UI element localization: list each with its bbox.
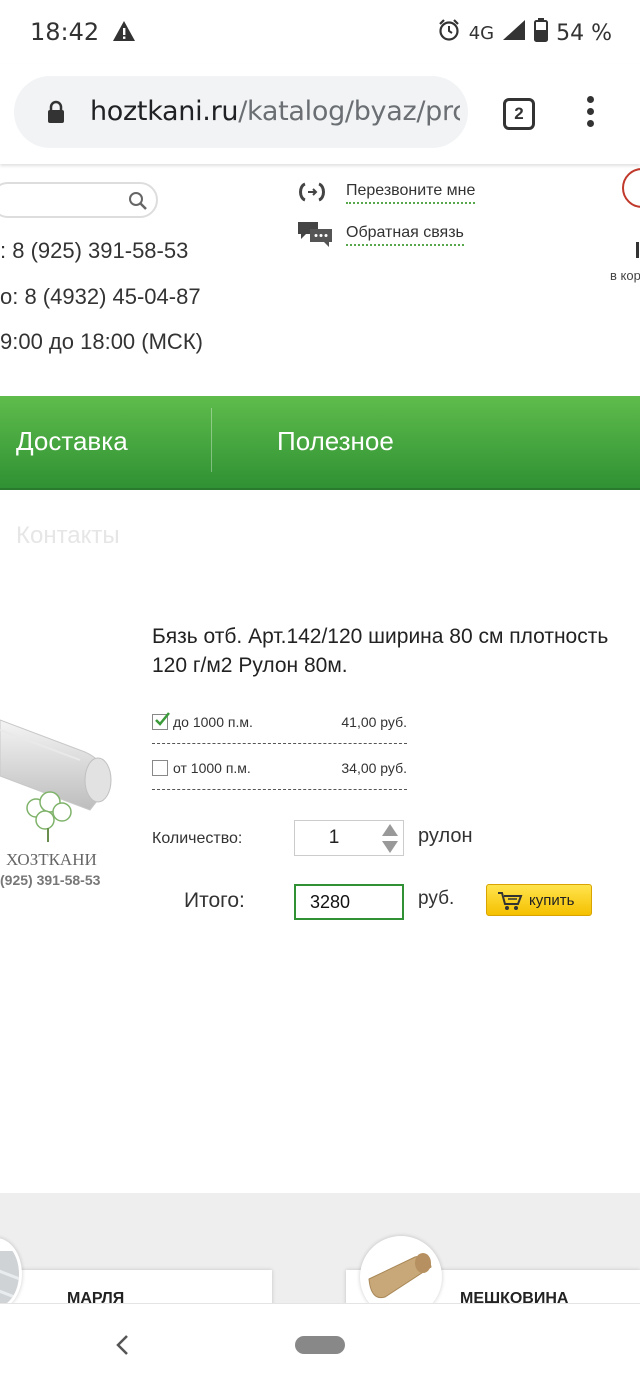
cart-label[interactable]: в кор	[610, 268, 640, 283]
phone-number-city[interactable]: о: 8 (4932) 45-04-87	[0, 284, 201, 310]
price-option-checkbox[interactable]	[152, 760, 168, 776]
battery-icon	[534, 18, 549, 48]
total-field[interactable]: 3280	[294, 884, 404, 920]
cart-badge[interactable]	[622, 168, 640, 208]
price-option-under-1000[interactable]: до 1000 п.м. 41,00 руб.	[152, 711, 407, 744]
chat-bubbles-icon	[296, 220, 334, 253]
back-icon[interactable]	[114, 1334, 132, 1361]
nav-item-delivery[interactable]: Доставка	[16, 426, 128, 457]
battery-level: 54 %	[556, 20, 612, 46]
home-pill-icon[interactable]	[295, 1336, 345, 1354]
product-title: Бязь отб. Арт.142/120 ширина 80 см плотн…	[152, 625, 609, 677]
nav-item-useful[interactable]: Полезное	[277, 426, 394, 457]
address-bar[interactable]: hoztkani.ru/katalog/byaz/prc	[14, 76, 468, 148]
signal-icon	[502, 19, 526, 47]
callback-link[interactable]: Перезвоните мне	[346, 182, 476, 204]
browser-toolbar: hoztkani.ru/katalog/byaz/prc 2	[0, 64, 640, 164]
feedback-link[interactable]: Обратная связь	[346, 224, 464, 246]
price-option-over-1000[interactable]: от 1000 п.м. 34,00 руб.	[152, 760, 407, 790]
buy-button[interactable]: купить	[486, 884, 592, 916]
url-text: hoztkani.ru/katalog/byaz/prc	[90, 96, 460, 127]
total-unit: руб.	[418, 888, 455, 909]
nav-item-contacts[interactable]: Контакты	[16, 522, 120, 550]
cart-count-fragment	[636, 242, 639, 258]
decrement-arrow-icon[interactable]	[381, 840, 399, 859]
browser-menu-icon[interactable]	[582, 96, 598, 132]
status-time: 18:42	[30, 18, 100, 46]
cart-icon	[497, 891, 523, 915]
working-hours: 9:00 до 18:00 (МСК)	[0, 329, 203, 354]
search-icon[interactable]	[128, 191, 148, 216]
nav-divider	[211, 408, 212, 472]
total-label: Итого:	[184, 889, 245, 912]
system-navigation-bar	[0, 1303, 640, 1387]
warning-icon	[112, 20, 136, 47]
network-type: 4G	[468, 22, 495, 44]
status-bar: 18:42 4G 54 %	[0, 0, 640, 64]
alarm-icon	[437, 18, 461, 48]
checkmark-icon	[153, 711, 171, 732]
phone-number-mobile[interactable]: : 8 (925) 391-58-53	[0, 238, 188, 264]
quantity-label: Количество:	[152, 830, 243, 847]
lock-icon	[46, 100, 66, 129]
product-image-brand: ХОЗТКАНИ	[6, 850, 97, 869]
callback-icon	[296, 180, 328, 209]
product-image-phone: (925) 391-58-53	[0, 872, 101, 888]
quantity-unit: рулон	[418, 825, 473, 847]
main-nav: Доставка Полезное	[0, 396, 640, 490]
tab-switcher-button[interactable]: 2	[503, 98, 535, 130]
